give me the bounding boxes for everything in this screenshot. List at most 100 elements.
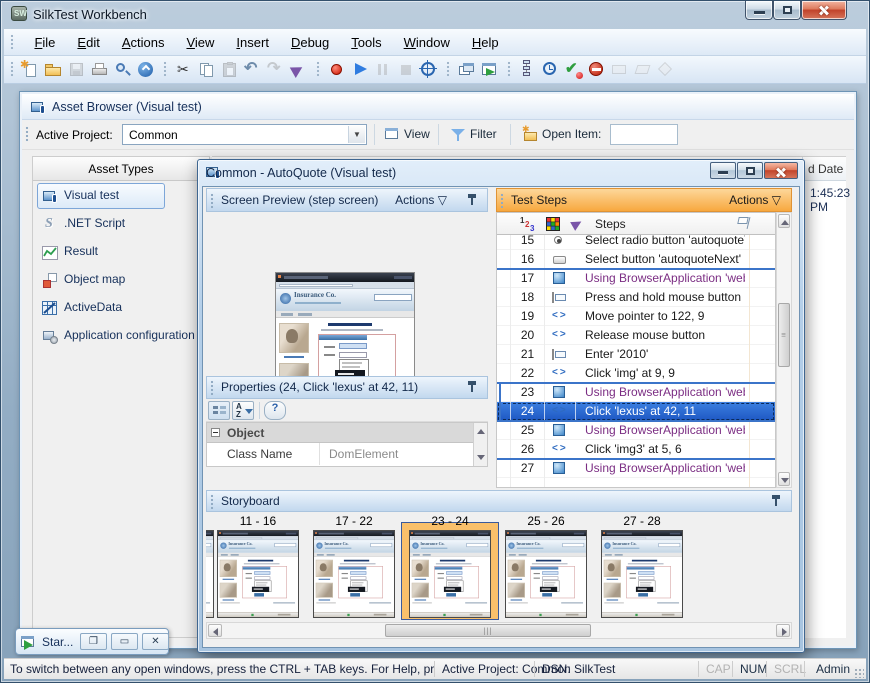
test-step-row-20[interactable]: 20<>Release mouse button — [497, 326, 775, 345]
open-item-input[interactable] — [610, 124, 678, 145]
pin-icon[interactable] — [465, 380, 479, 394]
screenshot-column-icon[interactable] — [545, 216, 561, 232]
test-step-row-16[interactable]: 16Select button 'autoquoteNext' — [497, 250, 775, 269]
menu-help[interactable]: Help — [461, 29, 510, 56]
filter-button[interactable]: Filter — [446, 124, 503, 146]
test-step-row-partial[interactable] — [497, 478, 775, 488]
screen-preview-actions-menu[interactable]: Actions ▽ — [395, 193, 447, 207]
print-preview-icon[interactable] — [112, 59, 133, 80]
storyboard-scrollbar[interactable]: ||| — [206, 622, 792, 639]
doc-restore-button[interactable] — [737, 162, 763, 179]
test-steps-actions-menu[interactable]: Actions ▽ — [729, 193, 781, 207]
resize-grip[interactable] — [854, 668, 864, 678]
star-close-button[interactable]: ✕ — [142, 633, 169, 650]
toolbar-grip — [507, 61, 512, 77]
flag-icon[interactable] — [737, 215, 753, 231]
toolbar-group: ✔ — [501, 56, 677, 84]
scrollbar-thumb[interactable]: ||| — [385, 624, 591, 637]
modified-date-column-header[interactable]: d Date — [808, 162, 843, 176]
test-step-row-27[interactable]: 27Using BrowserApplication 'webBr... — [497, 459, 775, 478]
steps-column-header[interactable]: Steps — [595, 217, 626, 231]
asset-type-application-configuration[interactable]: Application configuration — [37, 323, 205, 349]
categorized-view-button[interactable] — [208, 401, 230, 420]
scroll-up-button[interactable] — [778, 214, 790, 228]
identify-object-icon[interactable] — [418, 59, 439, 80]
properties-title: Properties (24, Click 'lexus' at 42, 11) — [221, 380, 418, 394]
test-step-row-21[interactable]: 21Enter '2010' — [497, 345, 775, 364]
class-name-row[interactable]: Class Name DomElement — [207, 443, 473, 465]
scroll-right-button[interactable] — [776, 624, 790, 637]
active-project-select[interactable]: Common ▼ — [122, 124, 367, 145]
storyboard-group-label: 25 - 26 — [501, 514, 591, 528]
test-step-row-19[interactable]: 19<>Move pointer to 122, 9 — [497, 307, 775, 326]
storyboard-thumbnail-11-16[interactable]: Insurance Co. — [217, 530, 299, 618]
cut-icon[interactable]: ✂ — [173, 59, 194, 80]
collapse-icon[interactable] — [211, 428, 220, 437]
star-minimize-button[interactable]: ▭ — [111, 633, 138, 650]
test-step-row-23[interactable]: 23Using BrowserApplication 'webBr... — [497, 383, 775, 402]
object-group-row[interactable]: Object — [207, 423, 473, 443]
test-step-row-18[interactable]: 18Press and hold mouse button — [497, 288, 775, 307]
menu-view[interactable]: View — [175, 29, 225, 56]
menu-actions[interactable]: Actions — [111, 29, 176, 56]
pin-icon[interactable] — [769, 494, 783, 508]
indicator-scrl: SCRL — [774, 662, 806, 676]
restore-button[interactable] — [773, 1, 801, 20]
copy-icon[interactable] — [196, 59, 217, 80]
doc-minimize-button[interactable] — [710, 162, 736, 179]
go-to-step-icon[interactable] — [288, 59, 309, 80]
scroll-down-button[interactable] — [778, 472, 790, 486]
menu-debug[interactable]: Debug — [280, 29, 340, 56]
asset-type--net-script[interactable]: S.NET Script — [37, 211, 205, 237]
menu-edit[interactable]: Edit — [66, 29, 110, 56]
test-step-row-17[interactable]: 17Using BrowserApplication 'webBr... — [497, 269, 775, 288]
asset-type-object-map[interactable]: Object map — [37, 267, 205, 293]
asset-type-visual-test[interactable]: Visual test — [37, 183, 165, 209]
properties-scrollbar[interactable] — [473, 423, 487, 466]
asset-type-activedata[interactable]: ActiveData — [37, 295, 205, 321]
pin-icon[interactable] — [465, 193, 479, 207]
screen-preview-header: Screen Preview (step screen) Actions ▽ — [206, 188, 488, 212]
minimized-start-window[interactable]: Star... ❐ ▭ ✕ — [15, 628, 169, 655]
new-window-icon[interactable] — [456, 59, 477, 80]
test-step-row-22[interactable]: 22<>Click 'img' at 9, 9 — [497, 364, 775, 383]
test-step-row-26[interactable]: 26<>Click 'img3' at 5, 6 — [497, 440, 775, 459]
test-steps-scrollbar[interactable]: ≡ — [776, 212, 792, 488]
storyboard-thumbnail-25-26[interactable]: Insurance Co. — [505, 530, 587, 618]
record-icon[interactable] — [326, 59, 347, 80]
close-button[interactable] — [801, 1, 847, 20]
storyboard-thumbnail-23-24[interactable]: Insurance Co. — [409, 530, 491, 618]
storyboard-thumbnail-27-28[interactable]: Insurance Co. — [601, 530, 683, 618]
scrollbar-thumb[interactable]: ≡ — [778, 303, 790, 367]
menu-insert[interactable]: Insert — [225, 29, 280, 56]
timer-icon[interactable] — [540, 59, 561, 80]
stop-on-error-icon[interactable] — [586, 59, 607, 80]
menu-file[interactable]: File — [23, 29, 66, 56]
open-icon[interactable] — [43, 59, 64, 80]
test-step-row-24[interactable]: 24<>Click 'lexus' at 42, 11 — [497, 402, 775, 421]
undo-icon[interactable]: ↶ — [242, 59, 263, 80]
step-number-column-icon[interactable]: 1 2 3 — [519, 216, 535, 232]
play-icon[interactable] — [349, 59, 370, 80]
storyboard-thumbnail-clipped[interactable]: Insurance Co. — [206, 530, 214, 618]
new-asset-icon[interactable]: ✱ — [20, 59, 41, 80]
flowchart-icon[interactable] — [517, 59, 538, 80]
doc-close-button[interactable] — [764, 162, 798, 179]
menu-tools[interactable]: Tools — [340, 29, 392, 56]
minimize-button[interactable] — [745, 1, 773, 20]
scroll-left-button[interactable] — [208, 624, 222, 637]
print-icon[interactable] — [89, 59, 110, 80]
storyboard-thumbnail-17-22[interactable]: Insurance Co. — [313, 530, 395, 618]
view-button[interactable]: View — [380, 124, 436, 146]
asset-type-result[interactable]: Result — [37, 239, 205, 265]
export-results-icon[interactable] — [479, 59, 500, 80]
help-icon[interactable] — [135, 59, 156, 80]
alphabetical-sort-button[interactable]: A Z — [232, 401, 254, 420]
go-to-step-column-icon[interactable] — [569, 216, 585, 232]
thumbnail-webpage: Insurance Co. — [314, 531, 395, 617]
star-restore-button[interactable]: ❐ — [80, 633, 107, 650]
test-step-row-25[interactable]: 25Using BrowserApplication 'webBr... — [497, 421, 775, 440]
menu-window[interactable]: Window — [393, 29, 461, 56]
help-button[interactable]: ? — [264, 401, 286, 420]
verify-icon[interactable]: ✔ — [563, 59, 584, 80]
